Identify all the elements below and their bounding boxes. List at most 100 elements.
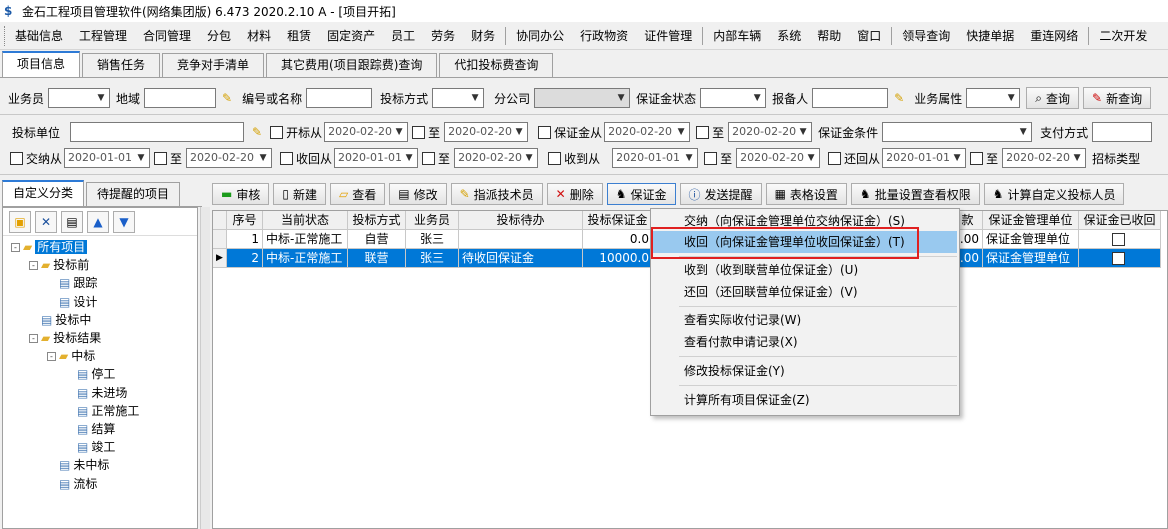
delete-button[interactable]: ✕ 删除 — [546, 183, 603, 205]
deposit-returned-checkbox[interactable] — [1111, 252, 1125, 265]
menu-project-mgmt[interactable]: 工程管理 — [71, 25, 135, 47]
audit-button[interactable]: ▬ 审核 — [212, 183, 270, 205]
pay-from-checkbox[interactable] — [10, 151, 23, 165]
pay-to-date[interactable]: 2020-02-20 ▼ — [186, 148, 273, 168]
new-query-button[interactable]: ✎ 新查询 — [1083, 87, 1152, 109]
menu-material[interactable]: 材料 — [239, 25, 279, 47]
menu-office[interactable]: 协同办公 — [508, 25, 572, 47]
menu-certificates[interactable]: 证件管理 — [636, 25, 700, 47]
tree-node[interactable]: ▤ 停工 — [65, 365, 115, 383]
tab-other-fees[interactable]: 其它费用(项目跟踪费)查询 — [266, 53, 438, 77]
clear-icon[interactable]: ✎ — [894, 91, 904, 105]
menu-item-receive-deposit[interactable]: 收到（收到联营单位保证金）(U) — [653, 259, 957, 281]
ret-to-date[interactable]: 2020-02-20 ▼ — [1002, 148, 1087, 168]
menu-item-view-payment-requests[interactable]: 查看付款申请记录(X) — [653, 331, 957, 353]
collapse-toggle-icon[interactable]: - — [11, 243, 20, 252]
tree-node[interactable]: - ▰ 投标结果 — [29, 329, 101, 347]
new-button[interactable]: ▯ 新建 — [273, 183, 326, 205]
tab-sales-task[interactable]: 销售任务 — [82, 53, 161, 77]
col-header-deposit-returned[interactable]: 保证金已收回 — [1079, 211, 1161, 230]
bid-method-select[interactable]: ▼ — [432, 88, 485, 108]
tab-bid-fee-query[interactable]: 代扣投标费查询 — [439, 53, 554, 77]
menu-item-edit-bid-deposit[interactable]: 修改投标保证金(Y) — [653, 360, 957, 382]
menu-finance[interactable]: 财务 — [463, 25, 503, 47]
open-to-date[interactable]: 2020-02-20 ▼ — [444, 122, 529, 142]
biz-attr-select[interactable]: ▼ — [966, 88, 1021, 108]
view-button[interactable]: ▱ 查看 — [329, 183, 386, 205]
pay-from-date[interactable]: 2020-01-01 ▼ — [64, 148, 151, 168]
ret-from-checkbox[interactable] — [828, 151, 842, 165]
tree-node[interactable]: ▤ 结算 — [65, 420, 115, 438]
edit-doc-icon[interactable]: ▤ — [61, 210, 83, 233]
region-input[interactable] — [144, 88, 217, 108]
col-header-bid-method[interactable]: 投标方式 — [348, 211, 406, 230]
recv-to-date[interactable]: 2020-02-20 ▼ — [454, 148, 539, 168]
tab-custom-category[interactable]: 自定义分类 — [2, 180, 85, 206]
deposit-from-date[interactable]: 2020-02-20 ▼ — [604, 122, 691, 142]
tree-node[interactable]: ▤ 竣工 — [65, 438, 115, 456]
menu-item-return-deposit[interactable]: 还回（还回联营单位保证金）(V) — [653, 281, 957, 303]
col-header-bid-todo[interactable]: 投标待办 — [459, 211, 583, 230]
collapse-toggle-icon[interactable]: - — [47, 352, 56, 362]
menu-quick-docs[interactable]: 快捷单据 — [958, 25, 1022, 47]
col-header-deposit-unit[interactable]: 保证金管理单位 — [983, 211, 1079, 230]
menu-subcontract[interactable]: 分包 — [199, 25, 239, 47]
tab-competitors[interactable]: 竞争对手清单 — [162, 53, 265, 77]
open-to-checkbox[interactable] — [412, 125, 426, 139]
recv-from-date[interactable]: 2020-01-01 ▼ — [334, 148, 419, 168]
bid-unit-input[interactable] — [70, 122, 245, 142]
deposit-button[interactable]: ♞ 保证金 — [606, 183, 676, 205]
got-to-date[interactable]: 2020-02-20 ▼ — [736, 148, 821, 168]
ret-to-checkbox[interactable] — [970, 151, 984, 165]
menu-window[interactable]: 窗口 — [849, 25, 889, 47]
got-from-checkbox[interactable] — [548, 151, 562, 165]
tab-project-info[interactable]: 项目信息 — [2, 51, 81, 77]
tree-node[interactable]: ▤ 设计 — [47, 293, 97, 311]
clear-icon[interactable]: ✎ — [252, 125, 262, 139]
tree-node[interactable]: ▤ 未进场 — [65, 384, 127, 402]
reporter-input[interactable] — [812, 88, 889, 108]
tree-node[interactable]: ▤ 跟踪 — [47, 274, 97, 292]
menu-system[interactable]: 系统 — [769, 25, 809, 47]
col-header-seq[interactable]: 序号 — [227, 211, 263, 230]
open-from-date[interactable]: 2020-02-20 ▼ — [324, 122, 409, 142]
tree-node[interactable]: - ▰ 所有项目 — [11, 238, 88, 256]
open-from-checkbox[interactable] — [270, 125, 284, 139]
tree-node[interactable]: ▤ 正常施工 — [65, 402, 139, 420]
menu-basic-info[interactable]: 基础信息 — [7, 25, 71, 47]
menu-vehicles[interactable]: 内部车辆 — [705, 25, 769, 47]
collapse-toggle-icon[interactable]: - — [29, 261, 38, 271]
menu-fixed-assets[interactable]: 固定资产 — [319, 25, 383, 47]
clear-icon[interactable]: ✎ — [222, 91, 232, 105]
pay-method-input[interactable] — [1092, 122, 1153, 142]
col-header-status[interactable]: 当前状态 — [263, 211, 348, 230]
col-header-bid-deposit[interactable]: 投标保证金 — [583, 211, 653, 230]
table-settings-button[interactable]: ▦ 表格设置 — [765, 183, 847, 205]
tree-node[interactable]: ▤ 投标中 — [29, 311, 91, 329]
tree-node[interactable]: - ▰ 中标 — [47, 347, 95, 365]
menu-staff[interactable]: 员工 — [383, 25, 423, 47]
batch-permission-button[interactable]: ♞ 批量设置查看权限 — [850, 183, 980, 205]
tree-node[interactable]: ▤ 流标 — [47, 475, 97, 493]
deposit-from-checkbox[interactable] — [538, 125, 552, 139]
menu-labor[interactable]: 劳务 — [423, 25, 463, 47]
salesman-select[interactable]: ▼ — [48, 88, 111, 108]
tab-pending-reminder[interactable]: 待提醒的项目 — [86, 182, 181, 206]
menu-reconnect[interactable]: 重连网络 — [1022, 25, 1086, 47]
branch-select[interactable]: ▼ — [534, 88, 631, 108]
calc-bidders-button[interactable]: ♞ 计算自定义投标人员 — [983, 183, 1125, 205]
pay-to-checkbox[interactable] — [154, 151, 168, 165]
tree-node[interactable]: - ▰ 投标前 — [29, 256, 89, 274]
tree-scrollbar[interactable] — [200, 207, 210, 529]
code-name-input[interactable] — [306, 88, 373, 108]
add-folder-icon[interactable]: ▣ — [9, 210, 31, 233]
send-reminder-button[interactable]: ⓘ 发送提醒 — [679, 183, 762, 205]
got-from-date[interactable]: 2020-01-01 ▼ — [612, 148, 699, 168]
move-up-icon[interactable]: ▲ — [87, 210, 109, 233]
menu-admin-supplies[interactable]: 行政物资 — [572, 25, 636, 47]
tree-node[interactable]: ▤ 未中标 — [47, 456, 109, 474]
menu-item-view-records[interactable]: 查看实际收付记录(W) — [653, 309, 957, 331]
deposit-status-select[interactable]: ▼ — [700, 88, 767, 108]
col-header-salesman[interactable]: 业务员 — [406, 211, 459, 230]
deposit-cond-select[interactable]: ▼ — [882, 122, 1033, 142]
